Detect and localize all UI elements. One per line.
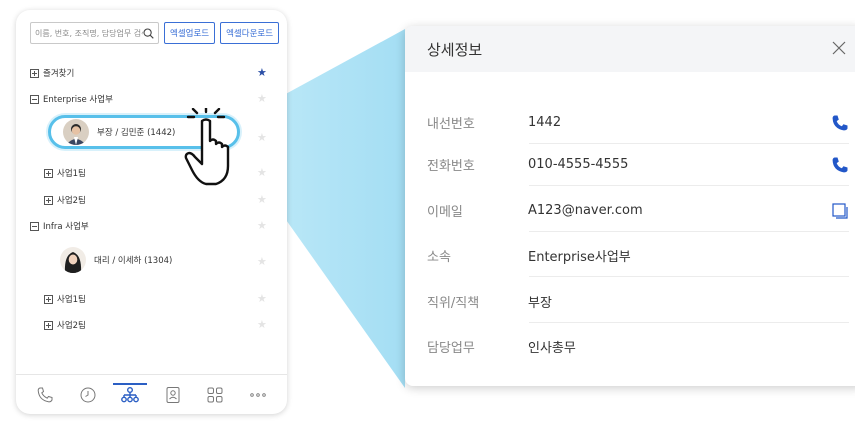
tree-label: Infra 사업부 xyxy=(43,222,89,232)
detail-label: 내선번호 xyxy=(427,117,475,132)
expand-icon[interactable] xyxy=(44,294,53,304)
person-label: 부장 / 김민준 (1442) xyxy=(97,128,176,138)
detail-value: 1442 xyxy=(528,115,562,130)
detail-title: 상세정보 xyxy=(427,41,483,59)
avatar xyxy=(63,119,89,145)
search-icon[interactable] xyxy=(143,27,154,39)
tree-infra[interactable]: Infra 사업부 xyxy=(30,220,89,232)
detail-row-email: 이메일 A123@naver.com xyxy=(427,190,855,231)
detail-value: A123@naver.com xyxy=(528,203,643,218)
clock-icon xyxy=(80,387,96,402)
detail-label: 담당업무 xyxy=(427,341,475,356)
tab-more[interactable] xyxy=(247,384,269,406)
organization-icon xyxy=(121,386,140,402)
detail-row-phone: 전화번호 010-4555-4555 xyxy=(427,144,855,185)
tree-favorites[interactable]: 즐겨찾기 xyxy=(30,67,74,79)
close-icon[interactable] xyxy=(831,40,847,56)
tab-contacts[interactable] xyxy=(162,384,184,406)
copy-button[interactable] xyxy=(830,201,850,221)
tree-label: 즐겨찾기 xyxy=(43,69,75,79)
tree-infra-team2[interactable]: 사업2팀 xyxy=(44,319,86,331)
detail-value: 인사총무 xyxy=(528,341,576,356)
more-icon xyxy=(250,392,266,397)
tab-history[interactable] xyxy=(77,384,99,406)
detail-value: Enterprise사업부 xyxy=(528,250,631,265)
star-icon-active[interactable]: ★ xyxy=(257,67,267,78)
expand-icon[interactable] xyxy=(44,168,53,178)
collapse-icon[interactable] xyxy=(30,94,39,104)
grid-icon xyxy=(207,387,223,402)
detail-label: 전화번호 xyxy=(427,159,475,174)
detail-label: 이메일 xyxy=(427,205,463,220)
phone-icon xyxy=(832,115,848,130)
tab-organization[interactable] xyxy=(113,382,148,406)
tree-label: Enterprise 사업부 xyxy=(43,95,113,105)
detail-row-duty: 담당업무 인사총무 xyxy=(427,326,855,367)
phone-icon xyxy=(37,387,53,402)
person-label: 대리 / 이세하 (1304) xyxy=(94,256,173,266)
call-button[interactable] xyxy=(830,155,850,175)
detail-card: 상세정보 내선번호 1442 전화번호 010-4555-4555 이메일 A1… xyxy=(405,26,855,386)
star-icon[interactable]: ★ xyxy=(257,167,267,178)
call-button[interactable] xyxy=(830,113,850,133)
copy-icon xyxy=(832,202,848,219)
bottom-tab-bar xyxy=(16,374,287,414)
contacts-icon xyxy=(166,386,180,403)
detail-label: 직위/직책 xyxy=(427,296,480,311)
expand-icon[interactable] xyxy=(30,68,39,78)
detail-value: 부장 xyxy=(528,296,552,311)
excel-upload-button[interactable]: 엑셀업로드 xyxy=(164,22,216,44)
tree-infra-team1[interactable]: 사업1팀 xyxy=(44,293,86,305)
star-icon[interactable]: ★ xyxy=(257,220,267,231)
tab-apps[interactable] xyxy=(204,384,226,406)
hand-cursor-icon xyxy=(184,108,230,186)
detail-value: 010-4555-4555 xyxy=(528,157,629,172)
row-divider xyxy=(529,185,849,186)
star-icon[interactable]: ★ xyxy=(257,256,267,267)
star-icon[interactable]: ★ xyxy=(257,319,267,330)
detail-row-extension: 내선번호 1442 xyxy=(427,102,855,143)
expand-icon[interactable] xyxy=(44,320,53,330)
tree-label: 사업2팀 xyxy=(57,196,86,206)
expand-icon[interactable] xyxy=(44,195,53,205)
tree-label: 사업1팀 xyxy=(57,169,86,179)
person-row[interactable]: 대리 / 이세하 (1304) xyxy=(60,247,172,273)
tree-enterprise[interactable]: Enterprise 사업부 xyxy=(30,93,113,105)
tree-ent-team1[interactable]: 사업1팀 xyxy=(44,167,86,179)
search-input[interactable]: 이름, 번호, 조직명, 담당업무 검색 xyxy=(30,22,159,44)
detail-row-position: 직위/직책 부장 xyxy=(427,281,855,322)
tree-ent-team2[interactable]: 사업2팀 xyxy=(44,194,86,206)
search-placeholder: 이름, 번호, 조직명, 담당업무 검색 xyxy=(35,28,143,38)
detail-label: 소속 xyxy=(427,250,451,265)
row-divider xyxy=(529,276,849,277)
star-icon[interactable]: ★ xyxy=(257,132,267,143)
tab-phone[interactable] xyxy=(34,384,56,406)
star-icon[interactable]: ★ xyxy=(257,93,267,104)
toolbar: 이름, 번호, 조직명, 담당업무 검색 엑셀업로드 엑셀다운로드 xyxy=(30,22,280,44)
collapse-icon[interactable] xyxy=(30,221,39,231)
row-divider xyxy=(529,322,849,323)
tree-label: 사업1팀 xyxy=(57,295,86,305)
tree-label: 사업2팀 xyxy=(57,321,86,331)
row-divider xyxy=(529,231,849,232)
avatar xyxy=(60,247,86,273)
star-icon[interactable]: ★ xyxy=(257,194,267,205)
phone-icon xyxy=(832,157,848,172)
detail-header: 상세정보 xyxy=(405,26,855,72)
excel-download-button[interactable]: 엑셀다운로드 xyxy=(220,22,280,44)
star-icon[interactable]: ★ xyxy=(257,293,267,304)
org-chart-panel: 이름, 번호, 조직명, 담당업무 검색 엑셀업로드 엑셀다운로드 즐겨찾기 ★… xyxy=(16,10,287,414)
detail-row-department: 소속 Enterprise사업부 xyxy=(427,235,855,276)
